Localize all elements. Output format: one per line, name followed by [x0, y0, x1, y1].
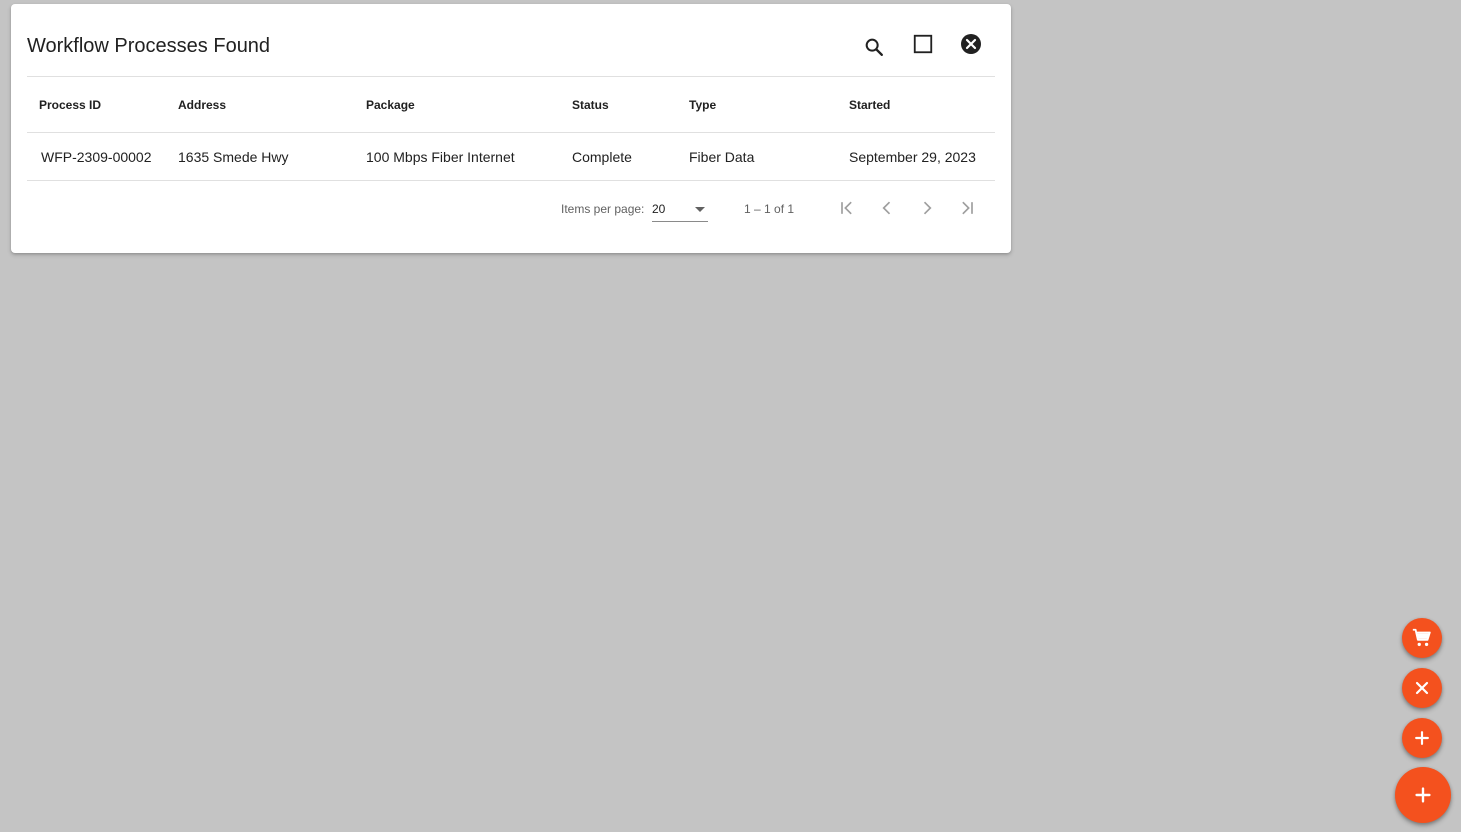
close-circle-icon[interactable]	[957, 30, 985, 58]
items-per-page-select[interactable]: 20	[652, 195, 708, 222]
table-header-row: Process ID Address Package Status Type S…	[27, 77, 995, 133]
cell-process-id: WFP-2309-00002	[27, 132, 178, 181]
first-page-icon	[841, 201, 852, 215]
cart-icon	[1412, 628, 1431, 647]
column-header-status[interactable]: Status	[572, 77, 689, 133]
last-page-button[interactable]	[954, 195, 980, 221]
previous-page-button[interactable]	[874, 195, 900, 221]
close-fab-button[interactable]	[1402, 668, 1442, 708]
cell-package: 100 Mbps Fiber Internet	[366, 132, 572, 181]
cell-status: Complete	[572, 132, 689, 181]
cart-fab-button[interactable]	[1402, 618, 1442, 658]
workflow-processes-dialog: Workflow Processes Found Process ID Addr…	[11, 4, 1011, 253]
add-icon	[1415, 787, 1431, 803]
cell-started: September 29, 2023	[849, 132, 995, 181]
cell-type: Fiber Data	[689, 132, 849, 181]
items-per-page-label: Items per page:	[561, 202, 645, 216]
close-icon	[1415, 681, 1429, 695]
items-per-page-value: 20	[652, 202, 666, 216]
table-row[interactable]: WFP-2309-00002 1635 Smede Hwy 100 Mbps F…	[27, 132, 995, 181]
dialog-title: Workflow Processes Found	[27, 35, 271, 57]
process-table: Process ID Address Package Status Type S…	[27, 77, 995, 181]
column-header-type[interactable]: Type	[689, 77, 849, 133]
column-header-package[interactable]: Package	[366, 77, 572, 133]
next-page-button[interactable]	[914, 195, 940, 221]
cell-address: 1635 Smede Hwy	[178, 132, 366, 181]
search-icon[interactable]	[860, 33, 888, 61]
chevron-down-icon	[695, 207, 705, 212]
page-range-label: 1 – 1 of 1	[744, 202, 795, 216]
maximize-icon[interactable]	[909, 30, 937, 58]
last-page-icon	[962, 201, 973, 215]
column-header-process-id[interactable]: Process ID	[27, 77, 178, 133]
column-header-started[interactable]: Started	[849, 77, 995, 133]
column-header-address[interactable]: Address	[178, 77, 366, 133]
previous-page-icon	[882, 201, 891, 215]
add-fab-button[interactable]	[1402, 718, 1442, 758]
next-page-icon	[923, 201, 932, 215]
paginator: Items per page: 20 1 – 1 of 1	[11, 185, 1011, 231]
main-add-fab-button[interactable]	[1395, 767, 1451, 823]
add-icon	[1415, 731, 1429, 745]
first-page-button[interactable]	[834, 195, 860, 221]
